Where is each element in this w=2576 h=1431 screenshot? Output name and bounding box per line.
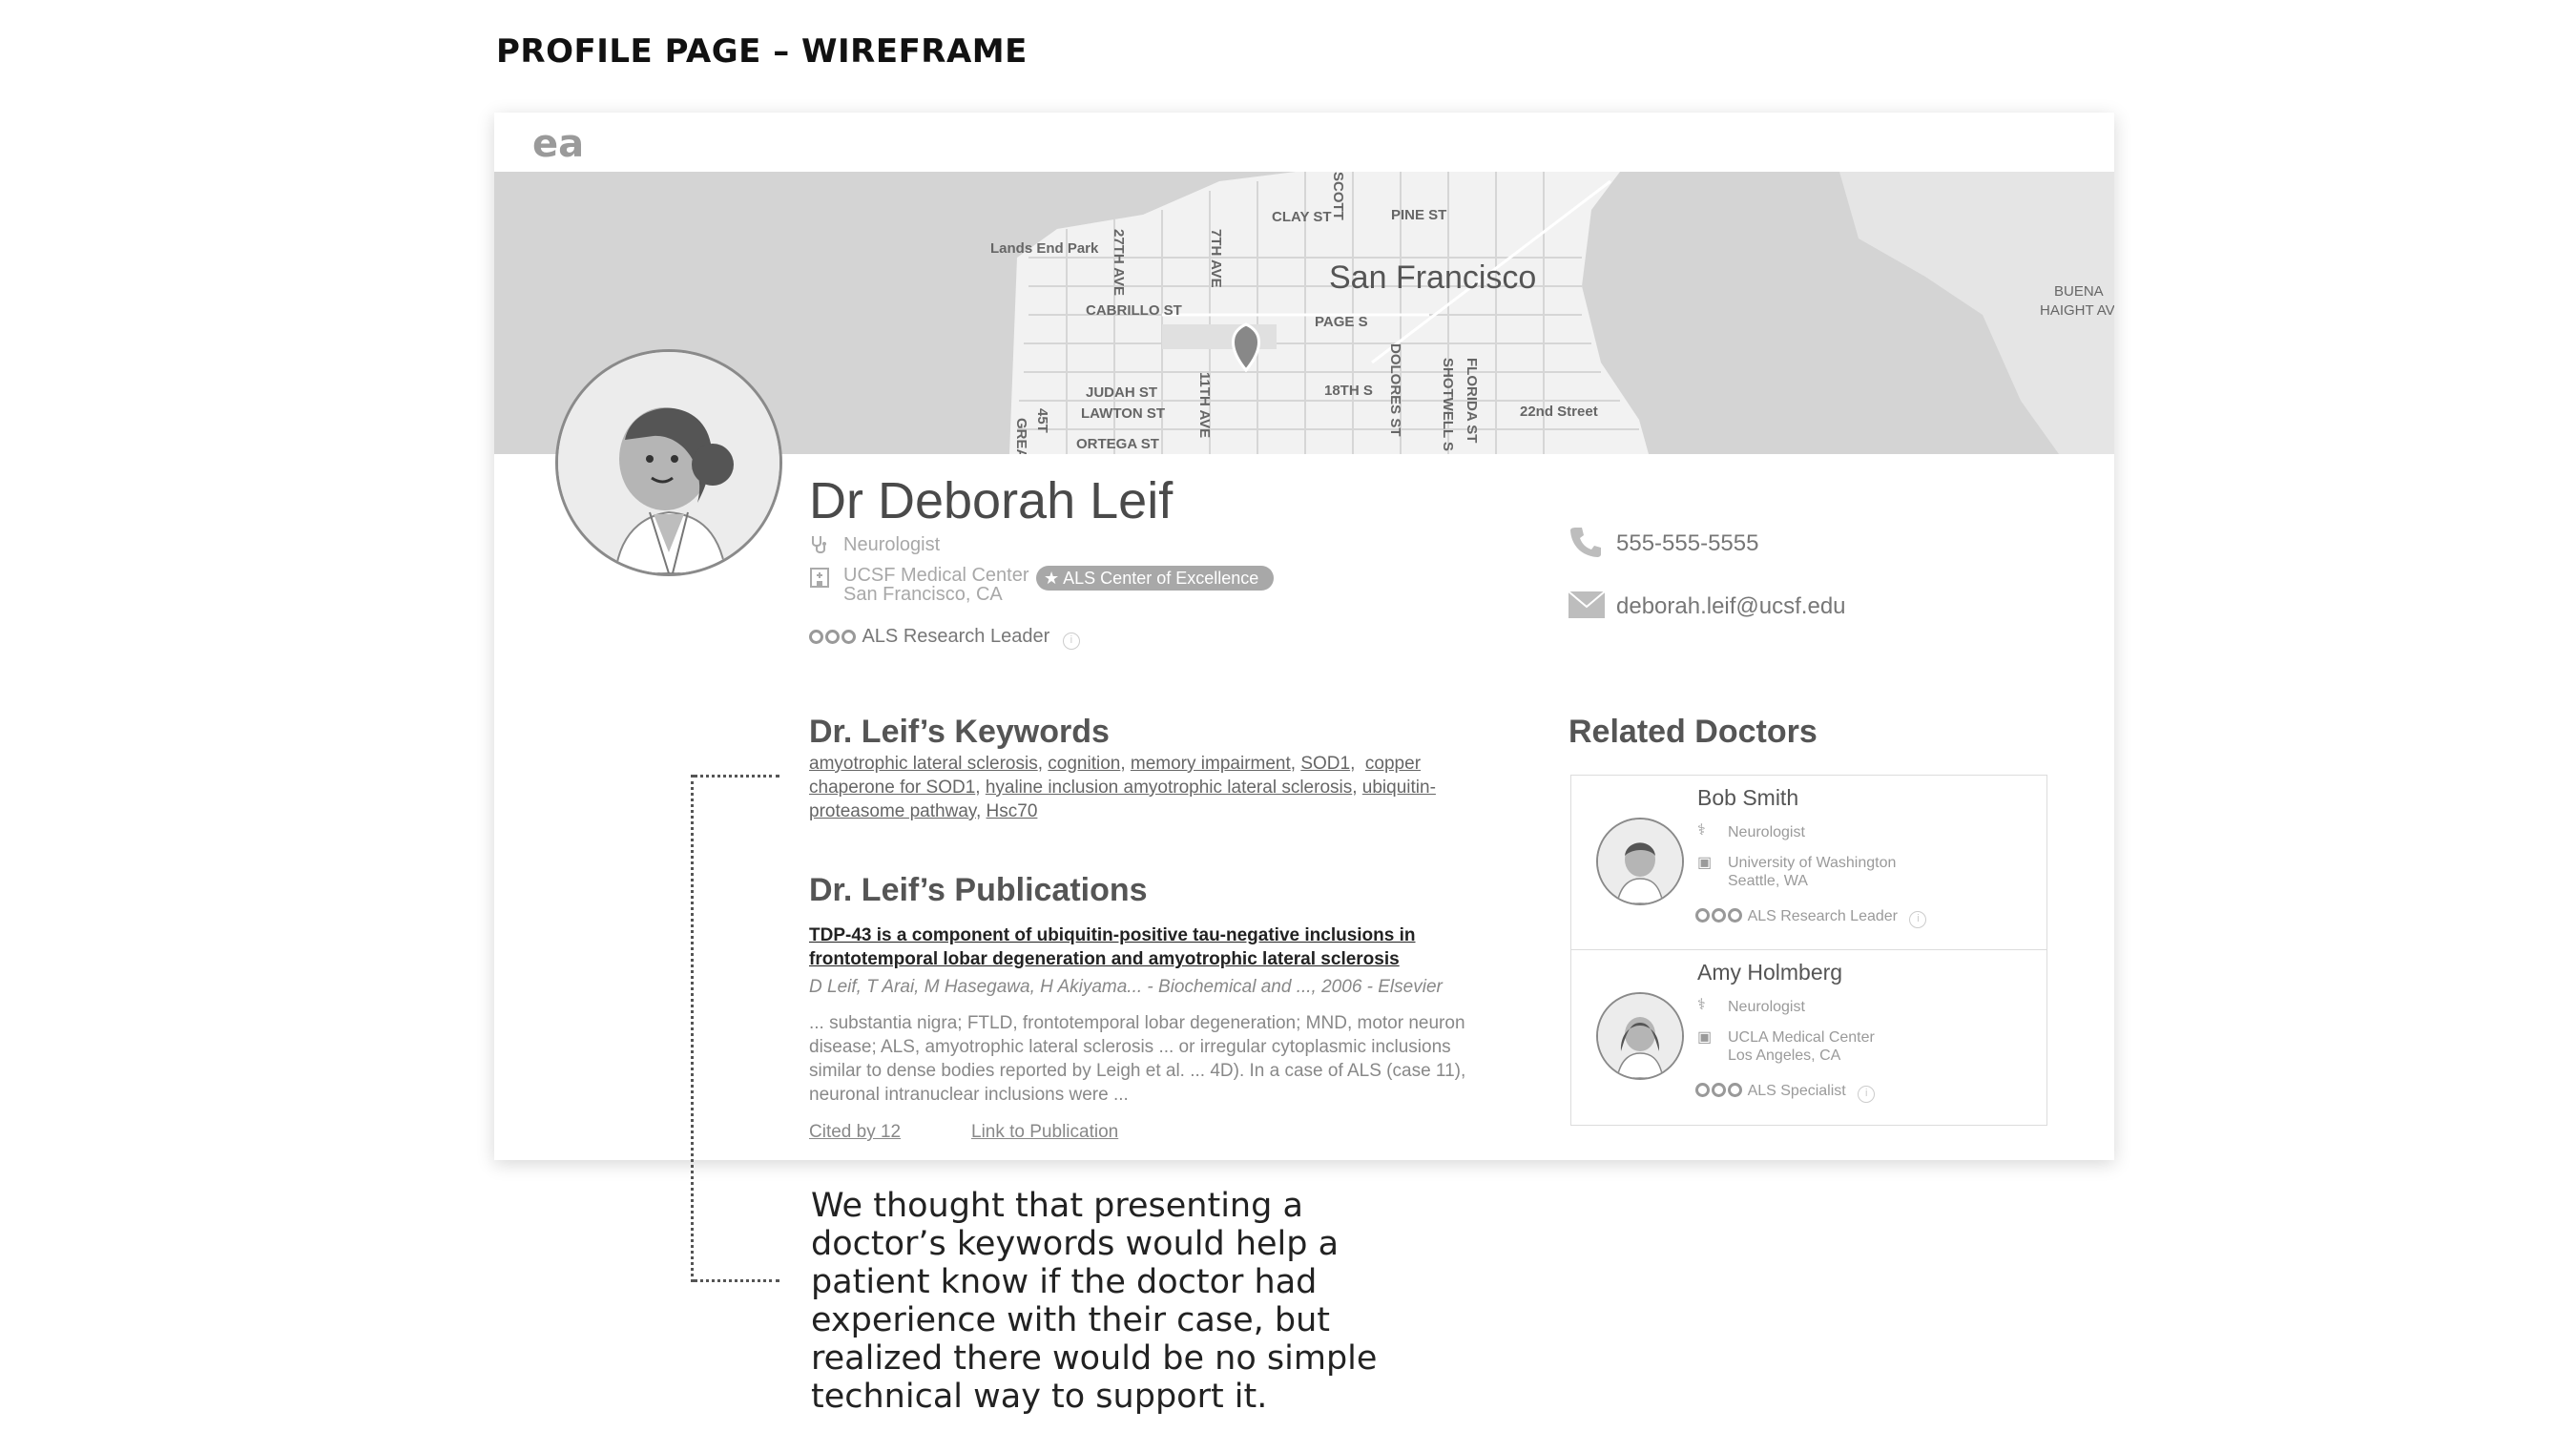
keyword-link[interactable]: hyaline inclusion amyotrophic lateral sc… [986, 778, 1352, 798]
rank-dots-icon [1695, 1083, 1744, 1099]
keyword-link[interactable]: cognition [1048, 754, 1120, 774]
keywords-heading: Dr. Leif’s Keywords [809, 714, 1110, 750]
stethoscope-icon: ⚕ [1697, 822, 1706, 839]
keyword-link[interactable]: amyotrophic lateral sclerosis [809, 754, 1038, 774]
info-icon[interactable]: i [1858, 1086, 1876, 1103]
top-bar: ea [494, 113, 2114, 173]
svg-text:HAIGHT AV: HAIGHT AV [2040, 302, 2114, 319]
svg-text:Lands End Park: Lands End Park [990, 240, 1099, 257]
keyword-list: amyotrophic lateral sclerosis, cognition… [809, 754, 1436, 821]
svg-text:GREA: GREA [1013, 418, 1029, 454]
publications-heading: Dr. Leif’s Publications [809, 872, 1148, 908]
rank-label: ALS Research Leader [862, 626, 1050, 647]
logo-icon[interactable]: ea [530, 122, 592, 164]
hospital-icon: ▣ [1697, 1029, 1713, 1046]
keyword-link[interactable]: SOD1 [1300, 754, 1350, 774]
rank-label: ALS Research Leader [1747, 908, 1898, 924]
related-heading: Related Doctors [1568, 714, 1818, 750]
related-doctors-list: Bob Smith ⚕ Neurologist ▣ University of … [1570, 775, 2047, 1126]
svg-text:FLORIDA ST: FLORIDA ST [1464, 358, 1480, 443]
svg-text:7TH AVE: 7TH AVE [1208, 229, 1224, 288]
status-badge[interactable]: ★ ALS Center of Excellence [1036, 566, 1275, 591]
svg-text:ORTEGA ST: ORTEGA ST [1076, 436, 1159, 452]
phone-number[interactable]: 555-555-5555 [1616, 530, 1758, 557]
svg-text:27TH AVE: 27TH AVE [1111, 229, 1127, 296]
svg-text:SCOTT: SCOTT [1330, 172, 1346, 220]
cited-by-link[interactable]: Cited by 12 [809, 1122, 901, 1143]
avatar [1596, 992, 1684, 1080]
avatar [1596, 818, 1684, 905]
publication-authors: D Leif, T Arai, M Hasegawa, H Akiyama...… [809, 977, 1443, 997]
related-doctor-location: Seattle, WA [1728, 873, 1808, 889]
publication-snippet: ... substantia nigra; FTLD, frontotempor… [809, 1013, 1466, 1105]
publication-title[interactable]: TDP-43 is a component of ubiquitin-posit… [809, 923, 1477, 971]
svg-text:PINE ST: PINE ST [1391, 207, 1446, 223]
rank-dots-icon [1695, 908, 1744, 924]
hospital-icon [809, 566, 830, 593]
related-doctor-specialty: Neurologist [1728, 999, 1805, 1015]
svg-text:18TH S: 18TH S [1324, 383, 1373, 399]
doctor-portrait-icon [558, 352, 779, 573]
rank-label: ALS Specialist [1747, 1083, 1846, 1099]
list-item[interactable]: Amy Holmberg ⚕ Neurologist ▣ UCLA Medica… [1571, 950, 2046, 1124]
info-icon[interactable]: i [1909, 911, 1927, 928]
phone-icon [1568, 525, 1603, 564]
svg-text:BUENA: BUENA [2054, 283, 2104, 300]
rank-row: ALS Specialist i [1695, 1082, 1876, 1103]
avatar [555, 349, 782, 576]
svg-text:ea: ea [532, 122, 584, 164]
email-address[interactable]: deborah.leif@ucsf.edu [1616, 593, 1846, 620]
svg-text:11TH AVE: 11TH AVE [1196, 372, 1213, 438]
stethoscope-icon [809, 534, 830, 560]
related-doctor-specialty: Neurologist [1728, 824, 1805, 840]
badge-label: ALS Center of Excellence [1063, 569, 1259, 588]
svg-text:CLAY ST: CLAY ST [1272, 209, 1332, 225]
rank-row: ALS Research Leader i [1695, 907, 1927, 928]
info-icon[interactable]: i [1062, 633, 1080, 650]
annotation-bracket [691, 775, 779, 1282]
mail-icon [1568, 591, 1606, 623]
svg-text:CABRILLO ST: CABRILLO ST [1086, 302, 1182, 319]
svg-text:45T: 45T [1034, 408, 1050, 433]
publication-link[interactable]: Link to Publication [971, 1122, 1118, 1143]
doctor-location: San Francisco, CA [843, 584, 1003, 605]
doctor-specialty: Neurologist [843, 534, 941, 555]
svg-text:SHOTWELL S: SHOTWELL S [1440, 358, 1456, 451]
related-doctor-name[interactable]: Amy Holmberg [1697, 960, 1842, 985]
svg-text:22nd Street: 22nd Street [1520, 404, 1598, 420]
related-doctor-institution: UCLA Medical Center [1728, 1029, 1875, 1046]
related-doctor-location: Los Angeles, CA [1728, 1047, 1841, 1064]
svg-text:LAWTON ST: LAWTON ST [1081, 405, 1165, 422]
related-doctor-name[interactable]: Bob Smith [1697, 785, 1798, 811]
star-icon: ★ [1044, 569, 1064, 588]
hospital-icon: ▣ [1697, 855, 1713, 871]
doctor-name: Dr Deborah Leif [809, 472, 1174, 529]
svg-text:DOLORES ST: DOLORES ST [1387, 343, 1403, 437]
svg-text:JUDAH ST: JUDAH ST [1086, 384, 1157, 401]
keyword-link[interactable]: memory impairment [1131, 754, 1291, 774]
svg-text:PAGE S: PAGE S [1315, 314, 1368, 330]
keyword-link[interactable]: Hsc70 [987, 801, 1038, 821]
related-doctor-institution: University of Washington [1728, 855, 1897, 871]
rank-row: ALS Research Leader i [809, 626, 1080, 650]
page-title: PROFILE PAGE – WIREFRAME [496, 32, 1028, 71]
annotation-note: We thought that presenting a doctor’s ke… [811, 1187, 1378, 1416]
svg-text:San Francisco: San Francisco [1329, 259, 1536, 296]
list-item[interactable]: Bob Smith ⚕ Neurologist ▣ University of … [1571, 776, 2046, 950]
rank-dots-icon [809, 626, 858, 647]
stethoscope-icon: ⚕ [1697, 997, 1706, 1013]
